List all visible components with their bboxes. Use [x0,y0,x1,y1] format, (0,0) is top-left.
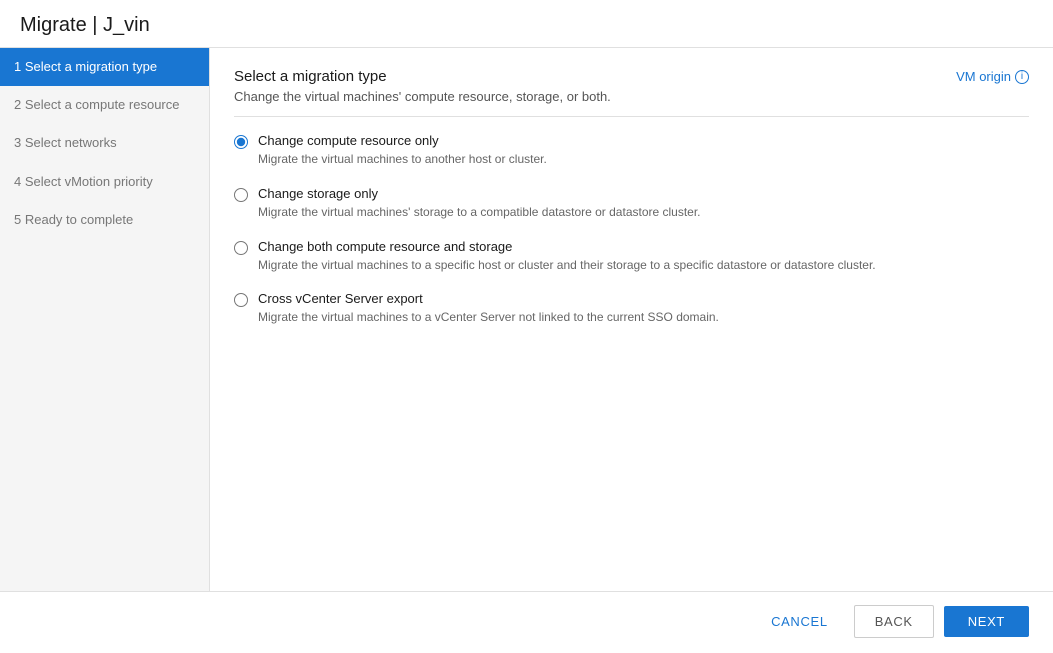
option-label-3[interactable]: Change both compute resource and storage [258,239,876,254]
option-item-4: Cross vCenter Server export Migrate the … [234,291,1029,326]
content-title-text: Select a migration type [234,68,387,85]
vm-origin-link[interactable]: VM origin i [956,69,1029,84]
content-subtitle: Change the virtual machines' compute res… [234,89,1029,104]
content-title-row: Select a migration type VM origin i [234,68,1029,85]
sidebar: 1 Select a migration type 2 Select a com… [0,48,210,591]
sidebar-item-step2[interactable]: 2 Select a compute resource [0,86,209,124]
sidebar-item-step1[interactable]: 1 Select a migration type [0,48,209,86]
main-layout: 1 Select a migration type 2 Select a com… [0,48,1053,591]
back-button[interactable]: BACK [854,605,934,638]
option-radio-4[interactable] [234,293,248,307]
sidebar-item-step4[interactable]: 4 Select vMotion priority [0,163,209,201]
option-group: Change compute resource only Migrate the… [234,133,1029,326]
cancel-button[interactable]: CANCEL [755,606,844,637]
option-desc-1: Migrate the virtual machines to another … [258,151,547,168]
option-label-1[interactable]: Change compute resource only [258,133,547,148]
option-desc-2: Migrate the virtual machines' storage to… [258,204,701,221]
option-label-4[interactable]: Cross vCenter Server export [258,291,719,306]
next-button[interactable]: NEXT [944,606,1029,637]
option-item-2: Change storage only Migrate the virtual … [234,186,1029,221]
footer: CANCEL BACK NEXT [0,591,1053,651]
content-header: Select a migration type VM origin i Chan… [234,68,1029,104]
option-radio-3[interactable] [234,241,248,255]
option-label-2[interactable]: Change storage only [258,186,701,201]
option-item-1: Change compute resource only Migrate the… [234,133,1029,168]
info-icon: i [1015,70,1029,84]
option-radio-2[interactable] [234,188,248,202]
option-desc-4: Migrate the virtual machines to a vCente… [258,309,719,326]
divider [234,116,1029,117]
option-item-3: Change both compute resource and storage… [234,239,1029,274]
option-radio-1[interactable] [234,135,248,149]
sidebar-item-step5[interactable]: 5 Ready to complete [0,201,209,239]
content-area: Select a migration type VM origin i Chan… [210,48,1053,591]
option-desc-3: Migrate the virtual machines to a specif… [258,257,876,274]
sidebar-item-step3[interactable]: 3 Select networks [0,124,209,162]
page-header: Migrate | J_vin [0,0,1053,48]
page-title: Migrate | J_vin [20,14,150,37]
